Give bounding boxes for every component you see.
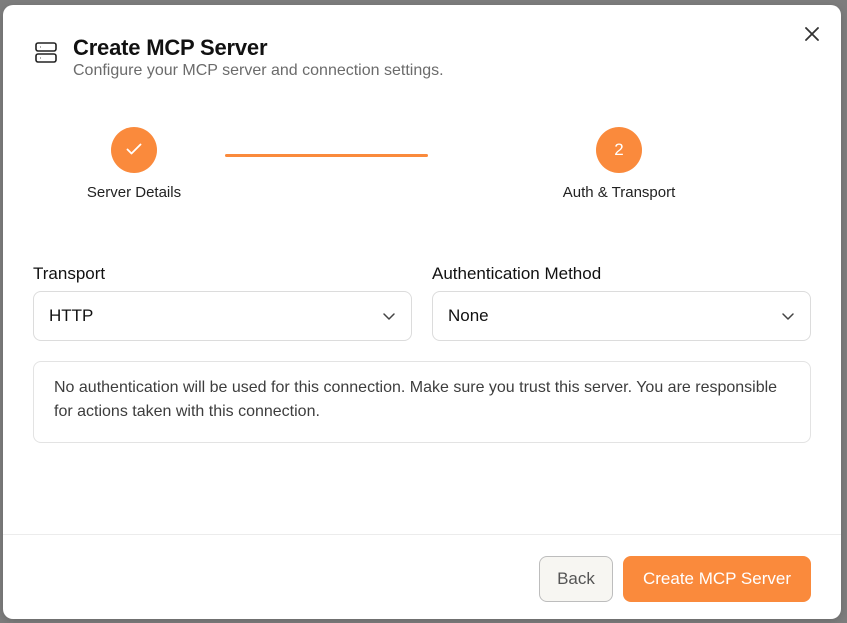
auth-info-text: No authentication will be used for this … bbox=[54, 379, 778, 420]
chevron-down-icon bbox=[780, 308, 796, 324]
create-mcp-server-dialog: Create MCP Server Configure your MCP ser… bbox=[3, 5, 841, 619]
footer-divider bbox=[3, 534, 841, 535]
step-2-label: Auth & Transport bbox=[562, 184, 676, 201]
transport-label: Transport bbox=[33, 264, 106, 283]
check-icon bbox=[126, 140, 142, 160]
chevron-down-icon bbox=[381, 308, 397, 324]
step-1-label: Server Details bbox=[86, 184, 182, 201]
auth-method-value: None bbox=[448, 306, 489, 325]
step-1-completed bbox=[111, 127, 157, 173]
step-connector bbox=[225, 154, 428, 157]
close-button[interactable] bbox=[801, 25, 823, 47]
transport-value: HTTP bbox=[49, 306, 94, 325]
server-icon bbox=[35, 41, 57, 65]
transport-select[interactable]: HTTP bbox=[33, 291, 412, 341]
create-mcp-server-button[interactable]: Create MCP Server bbox=[623, 556, 811, 602]
dialog-title: Create MCP Server bbox=[73, 35, 268, 60]
auth-info-box: No authentication will be used for this … bbox=[33, 361, 811, 443]
auth-method-select[interactable]: None bbox=[432, 291, 811, 341]
step-2-active: 2 bbox=[596, 127, 642, 173]
close-icon bbox=[805, 26, 819, 46]
back-button[interactable]: Back bbox=[539, 556, 613, 602]
dialog-subtitle: Configure your MCP server and connection… bbox=[73, 62, 444, 79]
auth-method-label: Authentication Method bbox=[432, 264, 602, 283]
